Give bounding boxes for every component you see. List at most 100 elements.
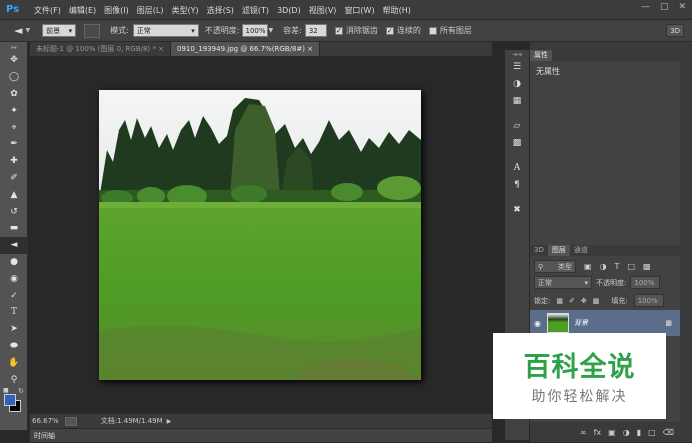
menu-select[interactable]: 选择(S): [203, 5, 238, 16]
all-layers-checkbox[interactable]: [428, 26, 437, 35]
zoom-tool-icon[interactable]: ⚲: [0, 371, 28, 388]
adjustments-panel-icon[interactable]: ◑: [505, 75, 529, 92]
zoom-level[interactable]: 66.67%: [32, 417, 59, 425]
tab-3d[interactable]: 3D: [530, 245, 548, 256]
close-icon[interactable]: ×: [158, 45, 164, 53]
type-tool-icon[interactable]: T: [0, 304, 28, 321]
default-colors-icon[interactable]: ■: [3, 387, 9, 394]
blur-tool-icon[interactable]: ●: [0, 254, 28, 271]
hand-tool-icon[interactable]: ✋: [0, 354, 28, 371]
minimize-icon[interactable]: —: [641, 2, 650, 12]
menu-filter[interactable]: 滤镜(T): [238, 5, 273, 16]
zoom-stepper[interactable]: [64, 416, 77, 426]
crop-tool-icon[interactable]: ⌖: [0, 119, 28, 136]
history-brush-tool-icon[interactable]: ↺: [0, 203, 28, 220]
menu-view[interactable]: 视图(V): [305, 5, 341, 16]
layer-opacity-input[interactable]: 100%: [630, 276, 661, 289]
layer-mask-icon[interactable]: ▣: [608, 428, 616, 437]
filter-shape-icon[interactable]: □: [627, 262, 635, 271]
menu-layer[interactable]: 图层(L): [133, 5, 168, 16]
fill-source-select[interactable]: 前景 ▾: [42, 24, 77, 37]
history-panel-icon[interactable]: ☰: [505, 58, 529, 75]
layer-name[interactable]: 背景: [574, 318, 588, 328]
tab-untitled[interactable]: 未标题-1 @ 100% (图层 0, RGB/8) * ×: [30, 42, 171, 56]
lasso-tool-icon[interactable]: ✿: [0, 86, 28, 103]
menu-window[interactable]: 窗口(W): [340, 5, 378, 16]
menu-file[interactable]: 文件(F): [30, 5, 65, 16]
tool-presets-icon[interactable]: ▩: [505, 134, 529, 151]
shape-tool-icon[interactable]: ⬬: [0, 338, 28, 355]
paragraph-panel-icon[interactable]: ¶: [505, 176, 529, 193]
delete-layer-icon[interactable]: ⌫: [663, 428, 674, 437]
path-selection-tool-icon[interactable]: ➤: [0, 321, 28, 338]
move-tool-icon[interactable]: ✥: [0, 52, 28, 69]
panel-collapse-icon[interactable]: ▸▸: [0, 42, 28, 52]
pen-tool-icon[interactable]: ✓: [0, 287, 28, 304]
chevron-down-icon[interactable]: ▼: [269, 27, 274, 34]
layer-style-icon[interactable]: fx: [594, 428, 602, 437]
tab-properties[interactable]: 属性: [530, 50, 552, 61]
chevron-down-icon[interactable]: ▼: [25, 27, 30, 34]
lock-label: 锁定:: [534, 296, 551, 305]
tolerance-input[interactable]: 32: [304, 24, 327, 37]
status-menu-icon[interactable]: ▶: [167, 418, 172, 425]
brush-tool-icon[interactable]: ✐: [0, 170, 28, 187]
filter-adjust-icon[interactable]: ◑: [600, 262, 607, 271]
menu-image[interactable]: 图像(I): [100, 5, 133, 16]
filter-smart-icon[interactable]: ▩: [643, 262, 651, 271]
eraser-tool-icon[interactable]: ▬: [0, 220, 28, 237]
tab-channels[interactable]: 通道: [570, 245, 592, 256]
new-group-icon[interactable]: ▮: [637, 428, 641, 437]
lock-pixels-icon[interactable]: ✐: [569, 297, 575, 305]
opacity-input[interactable]: 100%: [241, 24, 268, 37]
foreground-color-swatch[interactable]: [4, 393, 16, 406]
layers-footer: ∞ fx ▣ ◑ ▮ □ ⌫: [530, 422, 680, 442]
dodge-tool-icon[interactable]: ◉: [0, 270, 28, 287]
pattern-picker[interactable]: [84, 23, 101, 38]
timeline-panel[interactable]: 时间轴: [30, 428, 492, 442]
marquee-tool-icon[interactable]: ◯: [0, 69, 28, 86]
lock-transparent-icon[interactable]: ▦: [556, 297, 563, 305]
paint-bucket-tool-icon[interactable]: ◄: [0, 236, 28, 254]
close-icon[interactable]: ×: [307, 45, 313, 53]
menu-edit[interactable]: 编辑(E): [65, 5, 100, 16]
maximize-icon[interactable]: □: [660, 2, 669, 12]
menu-help[interactable]: 帮助(H): [379, 5, 415, 16]
contiguous-checkbox[interactable]: ✓: [385, 26, 394, 35]
lock-all-icon[interactable]: ▩: [593, 297, 600, 305]
tab-layers[interactable]: 图层: [547, 245, 570, 256]
lock-position-icon[interactable]: ✥: [581, 297, 587, 305]
magic-wand-tool-icon[interactable]: ✦: [0, 102, 28, 119]
blend-mode-select[interactable]: 正常 ▾: [534, 276, 592, 289]
character-panel-icon[interactable]: A: [505, 159, 529, 176]
menu-3d[interactable]: 3D(D): [273, 6, 305, 15]
layer-fill-input[interactable]: 100%: [633, 294, 664, 307]
link-layers-icon[interactable]: ∞: [580, 428, 587, 437]
layers-tab-bar: 3D 图层 通道: [530, 245, 680, 256]
eyedropper-tool-icon[interactable]: ✒: [0, 136, 28, 153]
adjustment-layer-icon[interactable]: ◑: [623, 428, 630, 437]
antialias-checkbox[interactable]: ✓: [334, 26, 343, 35]
tab-photo[interactable]: 0910_193949.jpg @ 66.7%(RGB/8#) ×: [171, 42, 321, 56]
document-image[interactable]: [99, 90, 421, 380]
healing-brush-tool-icon[interactable]: ✚: [0, 153, 28, 170]
panel-scrollbar[interactable]: [680, 50, 692, 442]
workspace-3d-button[interactable]: 3D: [666, 24, 684, 37]
swap-colors-icon[interactable]: ↻: [18, 387, 24, 395]
fill-label: 填充:: [611, 296, 628, 305]
visibility-eye-icon[interactable]: ◉: [534, 319, 541, 328]
mode-select[interactable]: 正常 ▾: [132, 24, 199, 37]
close-icon[interactable]: ✕: [678, 2, 686, 12]
swatches-panel-icon[interactable]: ▦: [505, 92, 529, 109]
brush-panel-icon[interactable]: ✖: [505, 201, 529, 218]
clone-source-icon[interactable]: ▱: [505, 117, 529, 134]
layer-filter-select[interactable]: ⚲ 类型: [534, 260, 576, 273]
new-layer-icon[interactable]: □: [648, 428, 656, 437]
dock-collapse-icon[interactable]: ◄◄: [505, 50, 529, 58]
filter-pixel-icon[interactable]: ▣: [584, 262, 592, 271]
filter-type-icon[interactable]: T: [615, 262, 620, 271]
menu-type[interactable]: 类型(Y): [167, 5, 202, 16]
mode-value: 正常: [136, 27, 151, 35]
clone-stamp-tool-icon[interactable]: ▲: [0, 186, 28, 203]
paint-bucket-icon[interactable]: ◄: [14, 24, 22, 37]
